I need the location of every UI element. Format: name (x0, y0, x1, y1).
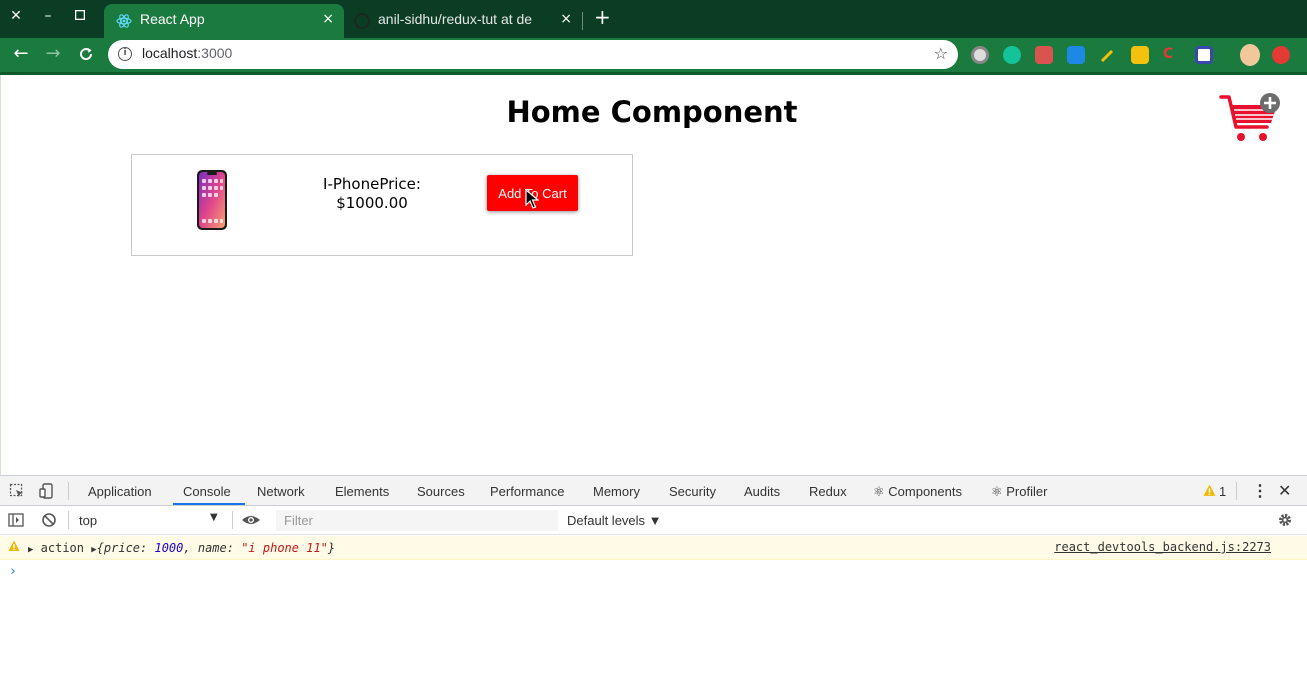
react-favicon-icon (116, 14, 132, 28)
tab-react-app[interactable]: React App × (104, 4, 344, 38)
iphone-image (197, 170, 227, 230)
devtools-tab-bar: Application Console Network Elements Sou… (0, 476, 1307, 506)
log-label: action (40, 541, 85, 555)
update-icon[interactable] (1272, 46, 1290, 64)
console-toolbar: top ▼ Filter Default levels ▼ (0, 506, 1307, 535)
extension-n-icon[interactable] (1067, 46, 1085, 64)
close-devtools-icon[interactable]: ✕ (1278, 481, 1291, 501)
pencil-icon[interactable] (1099, 46, 1117, 64)
site-info-icon[interactable]: i (118, 47, 132, 61)
extension-card-icon[interactable] (1195, 46, 1213, 64)
browser-titlebar: ✕ – React App × anil-sidhu/redux-tut at … (0, 0, 1307, 38)
devtools-separator (232, 511, 233, 529)
devtools-separator (1236, 482, 1237, 500)
devtools-tab-profiler[interactable]: ⚛ Profiler (991, 484, 1047, 500)
window-minimize-icon[interactable]: – (38, 6, 58, 26)
new-tab-icon[interactable]: + (594, 6, 611, 28)
filter-placeholder: Filter (284, 513, 313, 528)
reload-icon[interactable] (75, 43, 97, 65)
product-card: I-PhonePrice: $1000.00 Add To Cart (131, 154, 633, 256)
product-price-value: $1000.00 (336, 194, 408, 212)
devtools-tab-performance[interactable]: Performance (490, 484, 564, 499)
window-close-icon[interactable]: ✕ (6, 6, 26, 26)
devtools-separator (68, 482, 69, 500)
grammarly-icon[interactable] (1003, 46, 1021, 64)
console-settings-gear-icon[interactable] (1277, 512, 1293, 528)
console-filter-input[interactable]: Filter (276, 510, 558, 531)
extension-red-icon[interactable] (1035, 46, 1053, 64)
devtools-tab-sources[interactable]: Sources (417, 484, 465, 499)
product-name-price: I-PhonePrice: $1000.00 (312, 175, 432, 213)
devtools-tab-audits[interactable]: Audits (744, 484, 780, 499)
live-expression-eye-icon[interactable] (241, 512, 261, 528)
devtools-tab-components[interactable]: ⚛ Components (873, 484, 962, 500)
devtools-tab-application[interactable]: Application (88, 484, 152, 499)
devtools-tab-console[interactable]: Console (183, 484, 231, 499)
warning-icon (8, 540, 20, 551)
tab-separator (582, 12, 583, 30)
log-source-link[interactable]: react_devtools_backend.js:2273 (1054, 540, 1271, 554)
expand-triangle-icon[interactable]: ▶ (28, 545, 33, 555)
cart-icon[interactable] (1219, 93, 1281, 145)
tab-title: React App (140, 11, 205, 27)
more-options-icon[interactable]: ⋮ (1252, 481, 1268, 501)
sidebar-toggle-icon[interactable] (8, 512, 24, 528)
warning-count[interactable]: 1 (1219, 484, 1226, 499)
bookmark-star-icon[interactable]: ☆ (934, 44, 948, 63)
tab-close-icon[interactable]: × (322, 11, 334, 27)
devtools-tab-memory[interactable]: Memory (593, 484, 640, 499)
warning-icon (1203, 484, 1216, 496)
mouse-cursor-icon (525, 189, 539, 209)
extension-shield-icon[interactable] (1131, 46, 1149, 64)
log-levels-dropdown[interactable]: Default levels ▼ (567, 513, 662, 528)
devtools-tab-elements[interactable]: Elements (335, 484, 389, 499)
page-viewport: Home Component I-PhonePrice: $1000.00 Ad… (0, 75, 1307, 475)
active-tab-indicator (173, 503, 245, 505)
address-bar[interactable]: i localhost:3000 ☆ (108, 40, 958, 69)
page-title: Home Component (506, 95, 798, 129)
extension-circle-icon[interactable] (971, 46, 989, 64)
forward-icon[interactable]: → (42, 43, 64, 65)
inspect-element-icon[interactable] (9, 483, 25, 499)
tab-title: anil-sidhu/redux-tut at de (378, 11, 533, 27)
devtools-panel: Application Console Network Elements Sou… (0, 475, 1307, 676)
devtools-separator (68, 511, 69, 529)
browser-toolbar: ← → i localhost:3000 ☆ C (0, 38, 1307, 72)
tab-close-icon[interactable]: × (560, 11, 572, 27)
console-message[interactable]: ▶ action ▶{price: 1000, name: "i phone 1… (28, 541, 335, 555)
tab-github[interactable]: anil-sidhu/redux-tut at de × (346, 4, 582, 38)
context-dropdown-icon[interactable]: ▼ (210, 512, 218, 523)
devtools-tab-network[interactable]: Network (257, 484, 305, 499)
github-favicon-icon (354, 13, 370, 29)
profile-avatar[interactable] (1240, 44, 1260, 66)
window-maximize-icon[interactable] (70, 6, 90, 26)
back-icon[interactable]: ← (10, 43, 32, 65)
product-name-label: I-PhonePrice: (323, 175, 421, 193)
console-prompt[interactable]: › (9, 564, 17, 579)
log-object[interactable]: {price: 1000, name: "i phone 11"} (97, 541, 335, 555)
console-warning-row[interactable]: ▶ action ▶{price: 1000, name: "i phone 1… (0, 536, 1307, 560)
context-selector[interactable]: top (79, 513, 97, 528)
devtools-tab-redux[interactable]: Redux (809, 484, 847, 499)
device-toolbar-icon[interactable] (39, 483, 55, 499)
clear-console-icon[interactable] (41, 512, 57, 528)
devtools-tab-security[interactable]: Security (669, 484, 716, 499)
extension-c-icon[interactable]: C (1163, 46, 1181, 64)
url-text: localhost:3000 (142, 45, 233, 61)
